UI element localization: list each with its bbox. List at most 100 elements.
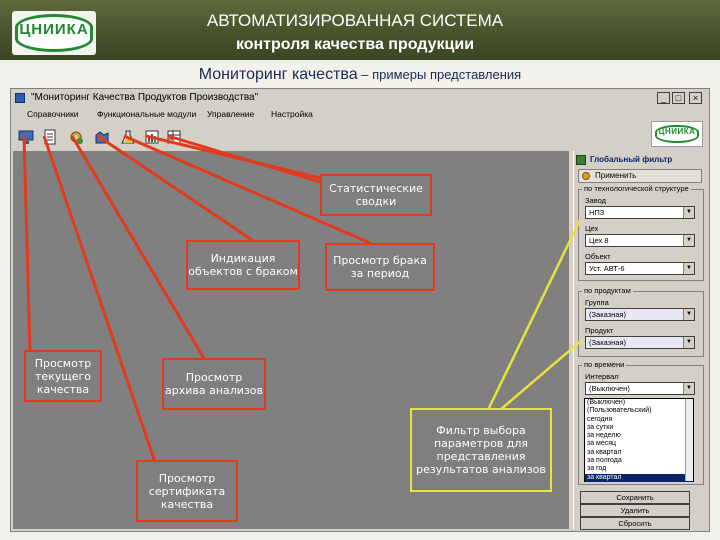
interval-option[interactable]: за неделю [585, 432, 693, 440]
object-value: Уст. АВТ-6 [589, 264, 625, 273]
chevron-down-icon: ▼ [683, 337, 694, 348]
reset-button[interactable]: Сбросить [580, 517, 690, 530]
window-title: "Мониторинг Качества Продуктов Производс… [31, 92, 259, 103]
group-products: по продуктам Группа (Заказная) ▼ Продукт … [578, 286, 704, 357]
filter-header: Глобальный фильтр [576, 153, 704, 167]
company-logo: ЦНИИКА [651, 121, 703, 147]
shop-value: Цех 8 [589, 236, 609, 245]
callout-certificate: Просмотр сертификата качества [136, 460, 238, 522]
callout-archive: Просмотр архива анализов [162, 358, 266, 410]
interval-option[interactable]: сегодня [585, 416, 693, 424]
apply-icon [582, 172, 590, 180]
callout-archive-text: Просмотр архива анализов [164, 371, 264, 397]
product-select[interactable]: (Заказная) ▼ [585, 336, 695, 349]
stats-button[interactable] [143, 127, 161, 147]
interval-select[interactable]: (Выключен) ▼ [585, 382, 695, 395]
menubar: Справочники Функциональные модули Управл… [13, 107, 707, 121]
group-time-title: по времени [582, 360, 627, 369]
interval-option-highlighted[interactable]: за квартал [585, 473, 693, 482]
chevron-down-icon: ▼ [683, 207, 694, 218]
banner-title-line1: АВТОМАТИЗИРОВАННАЯ СИСТЕМА [206, 11, 504, 30]
plant-value: НПЗ [589, 208, 605, 217]
plant-select[interactable]: НПЗ ▼ [585, 206, 695, 219]
defect-objects-button[interactable] [93, 127, 111, 147]
object-select[interactable]: Уст. АВТ-6 ▼ [585, 262, 695, 275]
callout-certificate-text: Просмотр сертификата качества [148, 471, 226, 511]
group-value: (Заказная) [589, 310, 627, 319]
callout-filter-text: Фильтр выбора параметров для представлен… [416, 424, 546, 476]
chart-warning-icon [145, 130, 159, 144]
menu-settings[interactable]: Настройка [271, 107, 313, 121]
interval-value: (Выключен) [589, 384, 630, 393]
filter-icon [576, 155, 586, 165]
banner-title-line2: контроля качества продукции [235, 36, 475, 53]
company-logo-text: ЦНИИКА [658, 127, 696, 136]
interval-option[interactable]: за год [585, 465, 693, 473]
interval-option[interactable]: (Пользовательский) [585, 407, 693, 415]
app-window: "Мониторинг Качества Продуктов Производс… [10, 88, 710, 532]
current-quality-button[interactable] [17, 127, 35, 147]
section-title-main: Мониторинг качества [198, 66, 358, 83]
interval-option[interactable]: за сутки [585, 424, 693, 432]
shop-select[interactable]: Цех 8 ▼ [585, 234, 695, 247]
callout-defect-period: Просмотр брака за период [325, 243, 435, 291]
chevron-down-icon: ▼ [683, 383, 694, 394]
apply-button[interactable]: Применить [578, 169, 702, 183]
group-products-title: по продуктам [582, 286, 633, 295]
certificate-button[interactable] [41, 127, 59, 147]
stats-summary-button[interactable] [165, 127, 183, 147]
section-title-rest: – примеры представления [357, 67, 522, 82]
group-select[interactable]: (Заказная) ▼ [585, 308, 695, 321]
section-title: Мониторинг качества – примеры представле… [0, 66, 720, 84]
callout-stats: Статистические сводки [320, 174, 432, 216]
menu-management[interactable]: Управление [207, 107, 254, 121]
warning-flask-icon [121, 130, 135, 144]
menu-directories[interactable]: Справочники [27, 107, 79, 121]
plant-label: Завод [585, 196, 606, 205]
group-technology-title: по технологической структуре [582, 184, 691, 193]
interval-option[interactable]: за полгода [585, 457, 693, 465]
global-filter-panel: Глобальный фильтр Применить по технологи… [573, 151, 707, 530]
shop-label: Цех [585, 224, 599, 233]
maximize-icon[interactable]: □ [672, 92, 685, 104]
apply-label: Применить [595, 171, 637, 180]
callout-filter: Фильтр выбора параметров для представлен… [410, 408, 552, 492]
app-icon [15, 93, 25, 103]
logo-text: ЦНИИКА [19, 21, 89, 38]
callout-defect-objects-text: Индикация объектов с браком [188, 252, 298, 278]
product-label: Продукт [585, 326, 614, 335]
defect-period-button[interactable] [119, 127, 137, 147]
interval-option[interactable]: за квартал [585, 449, 693, 457]
delete-button[interactable]: Удалить [580, 504, 690, 517]
interval-option[interactable]: за месяц [585, 440, 693, 448]
filter-title: Глобальный фильтр [590, 155, 673, 164]
plant-icon [95, 131, 109, 144]
close-icon[interactable]: × [689, 92, 702, 104]
interval-dropdown-list: (Выключен) (Пользовательский) сегодня за… [584, 398, 694, 482]
archive-button[interactable] [67, 127, 85, 147]
header-banner: ЦНИИКА АВТОМАТИЗИРОВАННАЯ СИСТЕМА контро… [0, 0, 720, 60]
gear-icon [70, 131, 83, 144]
product-value: (Заказная) [589, 338, 627, 347]
callout-defect-period-text: Просмотр брака за период [333, 254, 427, 280]
interval-label: Интервал [585, 372, 619, 381]
object-label: Объект [585, 252, 611, 261]
dropdown-scrollbar[interactable] [685, 399, 693, 481]
group-label: Группа [585, 298, 609, 307]
callout-current-quality-text: Просмотр текущего качества [34, 356, 92, 396]
table-icon [167, 130, 181, 144]
group-technology: по технологической структуре Завод НПЗ ▼ … [578, 184, 704, 281]
chevron-down-icon: ▼ [683, 235, 694, 246]
monitor-icon [18, 130, 34, 144]
toolbar [13, 125, 707, 151]
minimize-icon[interactable]: _ [657, 92, 670, 104]
menu-modules[interactable]: Функциональные модули [97, 107, 196, 121]
chevron-down-icon: ▼ [683, 309, 694, 320]
callout-stats-text: Статистические сводки [329, 182, 423, 208]
save-button[interactable]: Сохранить [580, 491, 690, 504]
window-titlebar: "Мониторинг Качества Продуктов Производс… [13, 91, 707, 105]
callout-defect-objects: Индикация объектов с браком [186, 240, 300, 290]
chevron-down-icon: ▼ [683, 263, 694, 274]
banner-title: АВТОМАТИЗИРОВАННАЯ СИСТЕМА контроля каче… [110, 9, 600, 57]
callout-current-quality: Просмотр текущего качества [24, 350, 102, 402]
